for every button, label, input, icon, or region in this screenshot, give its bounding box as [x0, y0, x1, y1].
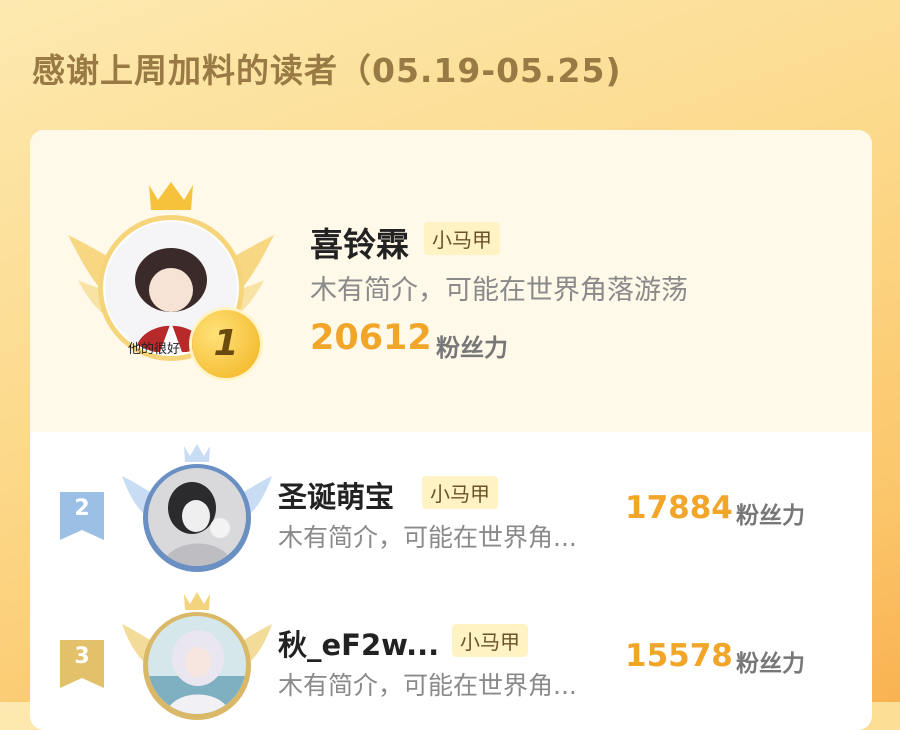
rank-number: 3 — [74, 644, 90, 669]
avatar-caption: 他的很好 — [128, 342, 181, 357]
reader-name[interactable]: 秋_eF2w... — [278, 622, 439, 664]
page-title: 感谢上周加料的读者（05.19-05.25) — [32, 51, 622, 90]
rank-number: 1 — [213, 323, 239, 364]
fans-count: 20612 — [310, 318, 432, 358]
avatar[interactable] — [148, 616, 246, 714]
reader-bio: 木有简介，可能在世界角落游荡 — [310, 275, 688, 306]
second-place-row[interactable]: 2 圣诞萌宝 小马甲 木有简介，可能在世界角... 17884 粉丝力 — [30, 432, 872, 582]
reader-tag: 小马甲 — [424, 222, 500, 255]
reader-name[interactable]: 喜铃霖 — [310, 218, 409, 266]
fans-label: 粉丝力 — [736, 651, 805, 677]
leaderboard-card: 他的很好 1 喜铃霖 小马甲 木有简介，可能在世界角落游荡 20612 粉丝力 … — [30, 130, 872, 730]
reader-name[interactable]: 圣诞萌宝 — [278, 474, 394, 516]
rank-number: 2 — [74, 496, 90, 521]
fans-label: 粉丝力 — [736, 503, 805, 529]
first-place-row[interactable]: 他的很好 1 喜铃霖 小马甲 木有简介，可能在世界角落游荡 20612 粉丝力 — [30, 130, 872, 432]
avatar-image — [148, 468, 246, 566]
avatar[interactable] — [148, 468, 246, 566]
rank-1-medal: 1 — [192, 310, 260, 378]
reader-bio: 木有简介，可能在世界角... — [278, 523, 577, 552]
fans-label: 粉丝力 — [436, 334, 508, 362]
third-place-row[interactable]: 3 秋_eF2w... 小马甲 木有简介，可能在世界角... 15578 粉丝力 — [30, 582, 872, 730]
avatar-image — [148, 616, 246, 714]
fans-count: 15578 — [625, 638, 733, 674]
fans-count: 17884 — [625, 490, 733, 526]
reader-tag: 小马甲 — [452, 624, 528, 657]
reader-tag: 小马甲 — [422, 476, 498, 509]
reader-bio: 木有简介，可能在世界角... — [278, 671, 577, 700]
